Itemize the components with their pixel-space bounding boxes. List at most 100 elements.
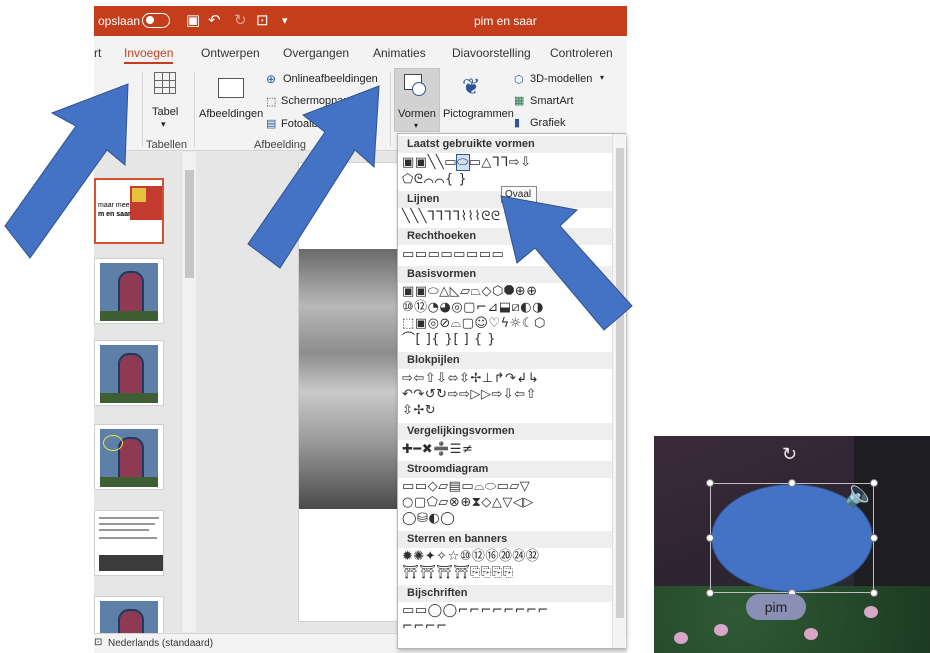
present-icon[interactable]: ⊡ (256, 11, 269, 29)
chevron-down-icon[interactable]: ▾ (362, 95, 366, 104)
resize-handle[interactable] (706, 479, 714, 487)
tab-animations[interactable]: Animaties (373, 46, 426, 60)
flowchart-row[interactable]: ▭▭◇▱▤▭⌓⬭▭▱▽ (402, 479, 530, 495)
slides-scrollbar[interactable] (181, 152, 196, 632)
recent-shapes-row[interactable]: ⬠ᘓ⌒⌒{ } (402, 172, 467, 188)
scrollbar-thumb[interactable] (185, 170, 194, 278)
resize-handle[interactable] (870, 589, 878, 597)
flower (864, 606, 878, 618)
icons-bird-icon[interactable]: ❦ (462, 74, 480, 100)
shape-tooltip: Ovaal (501, 186, 537, 203)
3d-models-button[interactable]: 3D-modellen (530, 73, 592, 85)
redo-icon[interactable]: ↻ (234, 11, 247, 29)
autosave-toggle[interactable] (142, 13, 170, 28)
slide-thumbnail-1[interactable]: maar mee m en saar (94, 178, 164, 244)
tab-transitions[interactable]: Overgangen (283, 46, 349, 60)
block-arrows-row[interactable]: ⇳✢↻ (402, 403, 436, 419)
slide-thumbnail-3[interactable] (94, 340, 164, 406)
undo-icon[interactable]: ↶ (208, 11, 221, 29)
lines-row[interactable]: ╲╲╲ᒣᒣᒣᒣ⌇⌇⌇ᘓᘓ (402, 209, 501, 225)
category-callouts: Bijschriften (398, 585, 612, 602)
callouts-row[interactable]: ⌐⌐⌐⌐ (402, 619, 448, 635)
basic-shapes-row[interactable]: ▣▣⬭△◺▱⏢◇⬡⯃⊕⊕ (402, 284, 538, 300)
oval-shape[interactable]: ⬭ (456, 154, 470, 171)
block-arrows-row[interactable]: ↶↷↺↻⇨⇨▷▷⇨⇩⇦⇧ (402, 387, 537, 403)
save-icon[interactable]: ▣ (186, 11, 200, 29)
slide-thumbnail-4[interactable] (94, 424, 164, 490)
flower (804, 628, 818, 640)
slide-image (100, 345, 158, 403)
pictures-button-label[interactable]: Afbeeldingen (199, 108, 263, 120)
equation-shapes-row[interactable]: ✚━✖➗☰≠ (402, 442, 473, 458)
screenshot-button[interactable]: Schermopname (281, 95, 359, 107)
language-label[interactable]: Nederlands (standaard) (108, 638, 213, 649)
tab-slideshow[interactable]: Diavoorstelling (452, 46, 531, 60)
resize-handle[interactable] (788, 479, 796, 487)
block-arrows-row[interactable]: ⇨⇦⇧⇩⬄⇳✢⊥↱↷↲↳ (402, 371, 539, 387)
flowchart-row[interactable]: ◯⛁◐◯ (402, 511, 455, 527)
accessibility-icon[interactable]: ⊡ (94, 637, 102, 648)
photo-album-icon[interactable]: ▤ (266, 117, 276, 130)
flower (714, 624, 728, 636)
slide-thumbnail-5[interactable] (94, 510, 164, 576)
slide-thumbnail-pane: maar mee m en saar (94, 152, 197, 653)
separator (142, 72, 143, 147)
smartart-button[interactable]: SmartArt (530, 95, 573, 107)
flowchart-row[interactable]: ○▢⬠▱⊗⊕⧗◇△▽◁▷ (402, 495, 534, 511)
table-icon[interactable] (154, 72, 176, 94)
shapes-gallery: Laatst gebruikte vormen ▣▣╲╲▭⬭▭△ᒣᒣ⇨⇩ ⬠ᘓ⌒… (397, 133, 626, 649)
slide-thumbnail-2[interactable] (94, 258, 164, 324)
category-rectangles: Rechthoeken (398, 228, 612, 245)
icons-button-label[interactable]: Pictogrammen (443, 108, 514, 120)
slide-photo[interactable] (299, 249, 399, 509)
photo-album-button[interactable]: Fotoalbum (281, 118, 333, 130)
separator (390, 72, 391, 147)
online-pictures-icon[interactable]: ⊕ (266, 72, 276, 86)
smartart-icon[interactable]: ▦ (514, 94, 524, 107)
picture-icon[interactable] (218, 78, 244, 98)
stars-row[interactable]: ✹✺✦✧☆⑩⑫⑯⑳㉔㉜ (402, 549, 539, 565)
resize-handle[interactable] (870, 534, 878, 542)
gallery-scrollbar[interactable] (612, 134, 626, 648)
document-title: pim en saar (474, 14, 537, 28)
basic-shapes-row[interactable]: ⑩⑫◔◕◎▢⌐⊿⬓⧄◐◑ (402, 300, 544, 316)
chart-icon[interactable]: ▮ (514, 116, 520, 129)
screenshot-icon[interactable]: ⬚ (266, 95, 276, 108)
customize-icon[interactable]: ▾ (282, 14, 288, 27)
slide-text: m en saar (98, 211, 131, 218)
resize-handle[interactable] (706, 589, 714, 597)
callouts-row[interactable]: ▭▭◯◯⌐⌐⌐⌐⌐⌐⌐⌐ (402, 603, 549, 619)
3d-models-icon[interactable]: ⬡ (514, 73, 524, 86)
table-button-label[interactable]: Tabel (152, 106, 178, 118)
tab-design[interactable]: Ontwerpen (201, 46, 260, 60)
tab-transitions-partial[interactable]: rt (94, 46, 101, 60)
chevron-down-icon[interactable]: ▾ (600, 73, 604, 82)
speaker-icon[interactable]: 🔈 (844, 478, 876, 509)
online-pictures-button[interactable]: Onlineafbeeldingen (283, 73, 378, 85)
basic-shapes-row[interactable]: ⌒[ ]{ }[ ] { } (402, 332, 496, 348)
scrollbar-thumb[interactable] (616, 148, 624, 618)
chart-button[interactable]: Grafiek (530, 117, 565, 129)
category-flowchart: Stroomdiagram (398, 461, 612, 478)
slide-text: maar mee (98, 202, 130, 209)
ribbon-tabs: rt Invoegen Ontwerpen Overgangen Animati… (94, 36, 627, 66)
group-tables-label: Tabellen (146, 139, 187, 151)
slide-text (99, 529, 149, 531)
category-stars-banners: Sterren en banners (398, 531, 612, 548)
rectangles-row[interactable]: ▭▭▭▭▭▭▭▭ (402, 247, 504, 263)
shapes-button-label: Vormen (398, 108, 436, 120)
rotate-handle-icon[interactable]: ↻ (782, 444, 797, 465)
recent-shapes-row[interactable]: ▣▣╲╲▭⬭▭△ᒣᒣ⇨⇩ (402, 154, 532, 171)
slide-text (99, 523, 155, 525)
chevron-down-icon[interactable]: ▾ (161, 119, 166, 130)
banners-row[interactable]: ⛩⛩⛩⛩⎘⎘⎘⎘ (402, 565, 514, 581)
tab-insert[interactable]: Invoegen (124, 46, 174, 64)
resize-handle[interactable] (706, 534, 714, 542)
category-basic-shapes: Basisvormen (398, 266, 612, 283)
oval-outline (103, 435, 123, 451)
flower (674, 632, 688, 644)
current-slide[interactable] (298, 162, 399, 622)
basic-shapes-row[interactable]: ⬚▣◎⊘⌓▢☺♡ϟ☼☾⬡ (402, 316, 546, 332)
category-recent-shapes: Laatst gebruikte vormen (398, 136, 612, 153)
tab-review[interactable]: Controleren (550, 46, 613, 60)
